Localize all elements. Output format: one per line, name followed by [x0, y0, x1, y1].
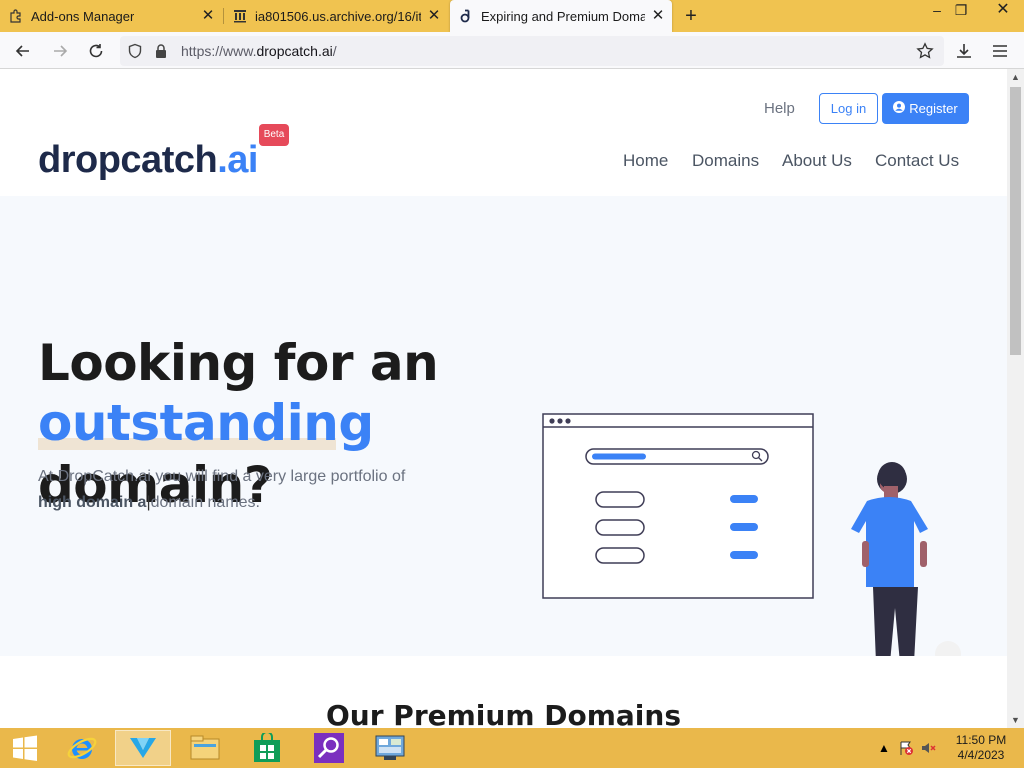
file-explorer-taskbar-icon[interactable] [177, 730, 233, 766]
hero-title-highlight: outstanding [38, 394, 374, 452]
shield-icon[interactable] [126, 42, 144, 60]
tab-archive[interactable]: ia801506.us.archive.org/16/items/ ✕ [224, 0, 448, 32]
user-circle-icon [893, 101, 906, 116]
scroll-up-icon[interactable]: ▲ [1010, 71, 1021, 83]
tab-bar: Add-ons Manager ✕ ia801506.us.archive.or… [0, 0, 1024, 32]
lock-icon[interactable] [152, 42, 170, 60]
nav-domains[interactable]: Domains [692, 151, 759, 171]
page-scrollbar[interactable]: ▲ ▼ [1007, 69, 1024, 728]
show-hidden-icons-chevron[interactable]: ▲ [876, 740, 892, 756]
hero-desc-text: At DropCatch.ai you will find a very lar… [38, 468, 406, 485]
archive-icon [232, 8, 248, 24]
hero-illustration [542, 413, 961, 656]
clock-date: 4/4/2023 [957, 748, 1005, 762]
scroll-down-icon[interactable]: ▼ [1010, 714, 1021, 726]
system-clock[interactable]: 11:50 PM 4/4/2023 [950, 733, 1012, 763]
hero-desc-typed: high domain a [38, 494, 147, 511]
logo-suffix: .ai [217, 139, 258, 181]
section-title-premium-domains: Our Premium Domains [326, 699, 681, 728]
nav-contact-us[interactable]: Contact Us [875, 151, 959, 171]
browser-toolbar: https://www.dropcatch.ai/ [0, 32, 1024, 69]
help-link[interactable]: Help [764, 100, 795, 117]
close-icon[interactable]: ✕ [200, 8, 216, 24]
tab-title: Add-ons Manager [31, 8, 135, 24]
clock-time: 11:50 PM [955, 733, 1007, 747]
windows-taskbar: ▲ 11:50 PM 4/4/2023 [0, 728, 1024, 768]
hero-title-line1: Looking for an [38, 334, 439, 392]
login-button[interactable]: Log in [819, 93, 878, 124]
tab-dropcatch[interactable]: Expiring and Premium Domain N ✕ [450, 0, 672, 32]
control-panel-taskbar-icon[interactable] [362, 730, 418, 766]
windows-logo-icon [13, 735, 37, 761]
back-icon[interactable] [10, 38, 36, 64]
waterfox-taskbar-icon[interactable] [115, 730, 171, 766]
close-icon[interactable]: ✕ [650, 8, 666, 24]
close-icon[interactable]: ✕ [426, 8, 442, 24]
site-logo[interactable]: dropcatch.ai [38, 139, 258, 182]
hero-section: Looking for an outstanding domain? At Dr… [0, 196, 1007, 656]
hero-desc-suffix: domain names. [150, 494, 260, 511]
tab-addons-manager[interactable]: Add-ons Manager ✕ [0, 0, 222, 32]
url-bar[interactable]: https://www.dropcatch.ai/ [120, 36, 944, 66]
new-tab-button[interactable]: + [680, 6, 702, 28]
scrollbar-thumb[interactable] [1010, 87, 1021, 355]
puzzle-icon [8, 8, 24, 24]
dropcatch-favicon [458, 8, 474, 24]
forward-icon[interactable] [47, 38, 73, 64]
menu-icon[interactable] [987, 38, 1013, 64]
logo-text: dropcatch [38, 139, 218, 181]
window-close-icon[interactable]: ✕ [988, 0, 1018, 22]
reload-icon[interactable] [83, 38, 109, 64]
start-button[interactable] [0, 730, 50, 766]
page-content: dropcatch.ai Beta Help Log in Register H… [0, 69, 1007, 728]
site-header: dropcatch.ai Beta Help Log in Register H… [0, 69, 1007, 196]
download-icon[interactable] [951, 38, 977, 64]
register-label: Register [909, 101, 958, 116]
url-host: dropcatch.ai [256, 43, 333, 59]
bookmark-star-icon[interactable] [912, 38, 938, 64]
store-taskbar-icon[interactable] [239, 730, 295, 766]
hero-description: At DropCatch.ai you will find a very lar… [38, 464, 458, 516]
url-prefix: https://www. [181, 43, 257, 59]
nav-home[interactable]: Home [623, 151, 668, 171]
register-button[interactable]: Register [882, 93, 969, 124]
restore-icon[interactable]: ❐ [946, 0, 976, 22]
url-suffix: / [332, 43, 337, 59]
nav-about-us[interactable]: About Us [782, 151, 852, 171]
beta-badge: Beta [259, 124, 289, 146]
search-app-taskbar-icon[interactable] [301, 730, 357, 766]
volume-muted-icon[interactable] [920, 740, 936, 756]
url-text[interactable]: https://www.dropcatch.ai/ [181, 43, 337, 59]
action-center-flag-icon[interactable] [898, 740, 914, 756]
tab-title: ia801506.us.archive.org/16/items/ [255, 8, 421, 24]
tab-title: Expiring and Premium Domain N [481, 8, 645, 24]
internet-explorer-taskbar-icon[interactable] [54, 730, 110, 766]
